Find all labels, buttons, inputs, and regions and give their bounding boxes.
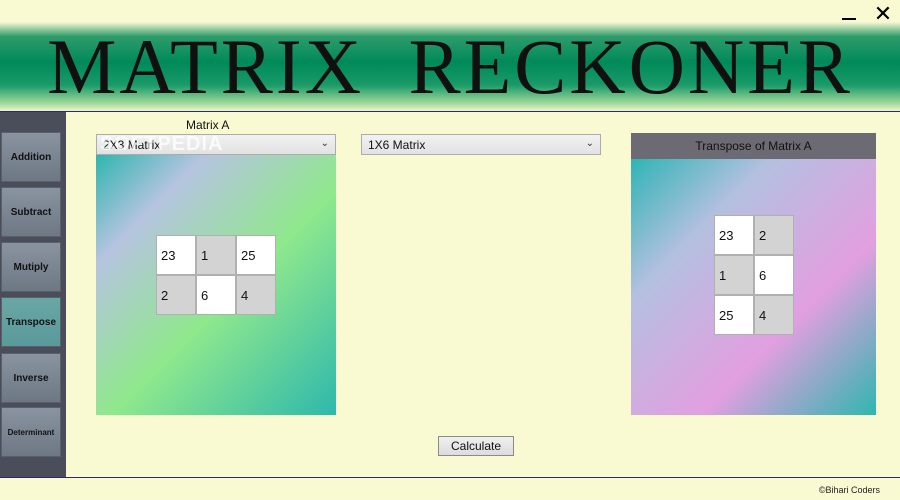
matrix-a-label: Matrix A [186,118,230,132]
result-cell: 25 [714,295,754,335]
matrix-a-cell[interactable]: 4 [236,275,276,315]
matrix-a-panel: 23 1 25 2 6 4 [96,155,336,415]
result-cell: 4 [754,295,794,335]
sidebar-item-determinant[interactable]: Determinant [1,407,61,457]
matrix-a-cell[interactable]: 2 [156,275,196,315]
result-cell: 6 [754,255,794,295]
result-header: Transpose of Matrix A [631,133,876,159]
matrix-a-cell[interactable]: 6 [196,275,236,315]
matrix-b-size-value: 1X6 Matrix [368,137,426,152]
window-controls: ✕ [832,0,900,28]
title-banner: MATRIX RECKONER [0,22,900,112]
sidebar-item-transpose[interactable]: Transpose [1,297,61,347]
matrix-a-cell[interactable]: 25 [236,235,276,275]
matrix-a-cell[interactable]: 23 [156,235,196,275]
result-cell: 23 [714,215,754,255]
copyright-text: ©Bihari Coders [818,485,880,495]
sidebar-item-addition[interactable]: Addition [1,132,61,182]
calculate-button[interactable]: Calculate [438,436,514,456]
chevron-down-icon: ⌄ [585,138,594,149]
result-panel: 23 2 1 6 25 4 [631,159,876,415]
matrix-b-size-select[interactable]: 1X6 Matrix ⌄ [361,134,601,155]
sidebar-item-inverse[interactable]: Inverse [1,353,61,403]
close-button[interactable]: ✕ [866,0,900,28]
footer-divider [0,477,900,478]
close-icon: ✕ [873,1,893,27]
app-title: MATRIX RECKONER [47,23,853,110]
sidebar-item-multiply[interactable]: Mutiply [1,242,61,292]
matrix-a-cell[interactable]: 1 [196,235,236,275]
header-divider [0,111,900,112]
minimize-button[interactable] [832,0,866,28]
sidebar: Addition Subtract Mutiply Transpose Inve… [0,112,66,478]
result-cell: 2 [754,215,794,255]
matrix-a-size-value: 2X3 Matrix [103,137,161,152]
sidebar-item-subtract[interactable]: Subtract [1,187,61,237]
minimize-icon [842,18,856,20]
chevron-down-icon: ⌄ [320,138,329,149]
matrix-a-size-select[interactable]: 2X3 Matrix ⌄ [96,134,336,155]
result-cell: 1 [714,255,754,295]
